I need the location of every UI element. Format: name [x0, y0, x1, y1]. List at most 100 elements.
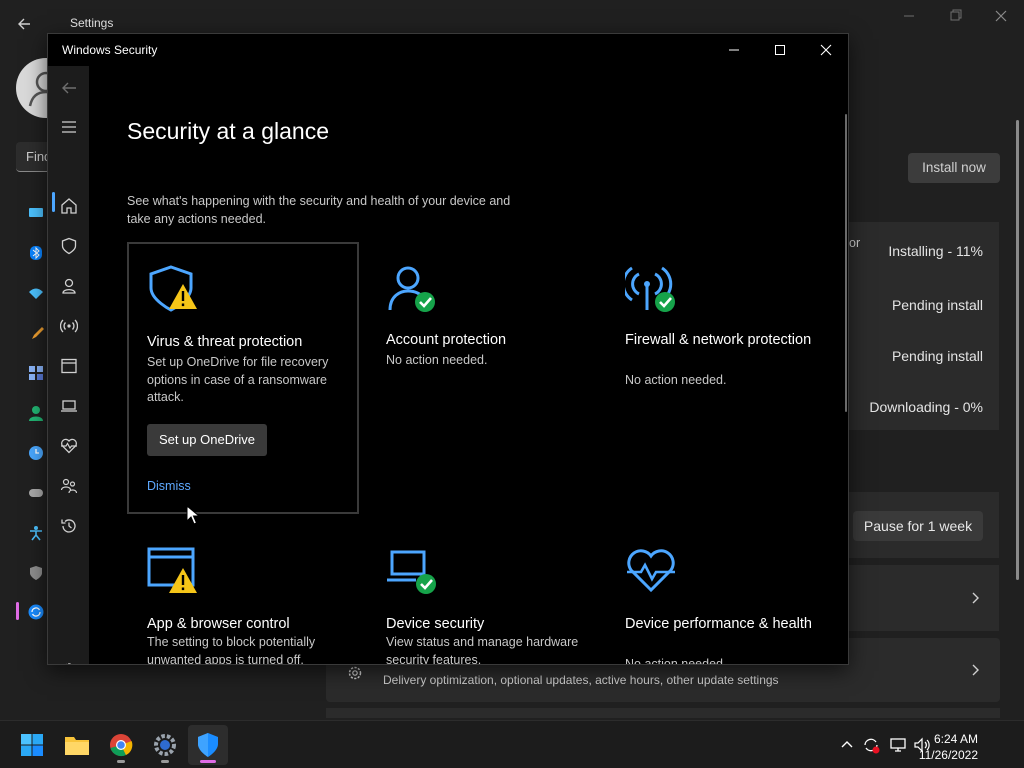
windows-update-icon[interactable]: [28, 604, 44, 620]
advanced-options-subtitle: Delivery optimization, optional updates,…: [383, 673, 779, 687]
network-icon[interactable]: [28, 285, 44, 301]
personalization-icon[interactable]: [28, 325, 44, 341]
family-icon[interactable]: [60, 477, 78, 495]
settings-nav-selected-indicator: [16, 602, 19, 620]
clock-time: 6:24 AM: [933, 732, 978, 746]
update-status: Pending install: [891, 348, 983, 364]
security-sidebar: [48, 66, 89, 665]
firewall-check-icon: [625, 266, 675, 312]
install-now-button[interactable]: Install now: [908, 153, 1000, 183]
network-status-icon[interactable]: [889, 736, 907, 754]
settings-app-icon: [154, 734, 176, 756]
update-name-partial: or: [849, 236, 861, 250]
close-icon[interactable]: [989, 6, 1013, 26]
system-clock[interactable]: 6:24 AM 11/26/2022: [919, 731, 978, 763]
card-body: Set up OneDrive for file recovery option…: [147, 355, 329, 404]
card-title: Device performance & health: [625, 616, 812, 632]
gaming-icon[interactable]: [28, 485, 44, 501]
accounts-icon[interactable]: [28, 405, 44, 421]
set-up-onedrive-button[interactable]: Set up OneDrive: [147, 424, 267, 456]
settings-icon[interactable]: [60, 661, 78, 665]
clock-date: 11/26/2022: [918, 748, 978, 762]
file-explorer-icon: [65, 737, 89, 755]
time-language-icon[interactable]: [28, 445, 44, 461]
minimize-icon[interactable]: [723, 40, 745, 60]
running-indicator: [117, 760, 125, 763]
accessibility-icon[interactable]: [28, 525, 44, 541]
card-body: View status and manage hardware security…: [386, 635, 579, 665]
back-arrow-icon[interactable]: [14, 14, 34, 34]
settings-title: Settings: [70, 16, 114, 30]
bluetooth-icon[interactable]: [28, 245, 44, 261]
taskbar: 6:24 AM 11/26/2022: [0, 720, 1024, 768]
laptop-check-icon: [387, 550, 436, 594]
heartbeat-icon[interactable]: [60, 437, 78, 455]
windows-security-icon: [198, 733, 218, 757]
home-icon[interactable]: [60, 197, 78, 215]
privacy-icon[interactable]: [28, 565, 44, 581]
running-indicator: [161, 760, 169, 763]
content-scrollbar[interactable]: [845, 114, 847, 412]
firewall-card[interactable]: Firewall & network protection No action …: [607, 244, 839, 512]
person-icon[interactable]: [60, 277, 78, 295]
update-status: Installing - 11%: [888, 243, 983, 259]
account-protection-card[interactable]: Account protection No action needed.: [368, 244, 600, 512]
history-icon[interactable]: [60, 517, 78, 535]
card-title: Device security: [386, 616, 485, 632]
maximize-icon[interactable]: [769, 40, 791, 60]
restore-icon[interactable]: [943, 6, 967, 26]
running-indicator: [200, 760, 216, 763]
shield-icon[interactable]: [60, 237, 78, 255]
security-content: Security at a glance See what's happenin…: [89, 66, 848, 665]
virus-threat-card[interactable]: Virus & threat protection Set up OneDriv…: [127, 242, 359, 514]
windows-security-button[interactable]: [188, 725, 228, 765]
card-title: App & browser control: [147, 616, 290, 632]
wireless-icon[interactable]: [60, 317, 78, 335]
page-title: Security at a glance: [127, 118, 330, 144]
page-description: See what's happening with the security a…: [127, 194, 511, 226]
card-body: No action needed.: [386, 353, 488, 367]
sync-alert-icon[interactable]: [862, 736, 880, 754]
system-icon[interactable]: [28, 205, 44, 221]
update-status: Downloading - 0%: [869, 399, 983, 415]
card-title: Virus & threat protection: [147, 334, 303, 350]
file-explorer-button[interactable]: [57, 725, 97, 765]
gear-icon: [348, 666, 362, 680]
laptop-icon[interactable]: [60, 397, 78, 415]
apps-icon[interactable]: [28, 365, 44, 381]
card-body: No action needed.: [625, 657, 727, 665]
menu-icon[interactable]: [60, 118, 78, 136]
minimize-icon[interactable]: [897, 6, 921, 26]
nav-selected-indicator: [52, 192, 55, 212]
pause-updates-button[interactable]: Pause for 1 week: [853, 511, 983, 541]
window-title: Windows Security: [62, 43, 158, 57]
account-check-icon: [388, 266, 435, 312]
card-title: Firewall & network protection: [625, 332, 812, 348]
card-body: No action needed.: [625, 373, 727, 387]
device-performance-card[interactable]: Device performance & health No action ne…: [607, 526, 839, 665]
dismiss-link[interactable]: Dismiss: [147, 479, 191, 493]
next-row-partial: [326, 708, 1000, 718]
start-icon: [21, 734, 43, 756]
mouse-cursor-icon: [186, 505, 200, 525]
settings-scrollbar[interactable]: [1016, 120, 1019, 580]
browser-warning-icon: [147, 547, 197, 593]
card-title: Account protection: [386, 332, 507, 348]
shield-warning-icon: [149, 265, 197, 312]
chevron-up-icon[interactable]: [838, 736, 856, 754]
close-icon[interactable]: [815, 40, 837, 60]
back-icon[interactable]: [59, 78, 79, 98]
windows-security-window: Windows Security Security at a glance Se…: [47, 33, 849, 665]
device-security-card[interactable]: Device security View status and manage h…: [368, 526, 600, 665]
app-window-icon[interactable]: [60, 357, 78, 375]
app-browser-card[interactable]: App & browser control The setting to blo…: [129, 526, 361, 665]
chevron-right-icon: [972, 664, 979, 676]
start-button[interactable]: [12, 725, 52, 765]
chrome-button[interactable]: [101, 725, 141, 765]
settings-app-button[interactable]: [145, 725, 185, 765]
card-body: The setting to block potentially unwante…: [147, 635, 316, 665]
heart-pulse-icon: [627, 549, 675, 593]
update-status: Pending install: [891, 297, 983, 313]
title-bar[interactable]: Windows Security: [48, 34, 848, 66]
chrome-icon: [110, 734, 133, 757]
